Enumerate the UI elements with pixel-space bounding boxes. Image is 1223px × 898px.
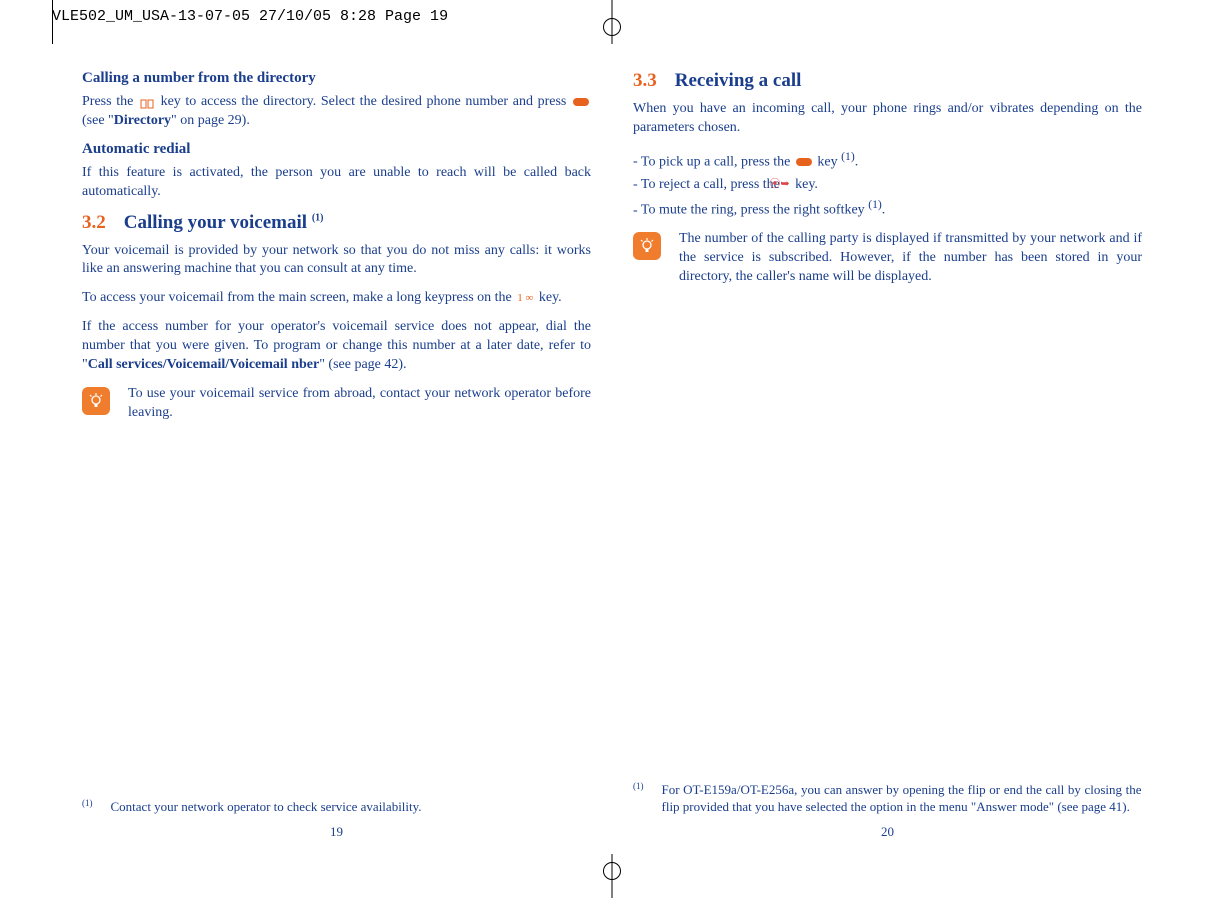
list-item: To pick up a call, press the key (1). [633,148,1142,174]
voicemail-key-icon: 1 ∞ [517,291,533,306]
paragraph-redial: If this feature is activated, the person… [82,164,591,202]
crop-mark-bottom [597,854,627,898]
end-key-icon: ⦿➥ [785,176,789,194]
text: " (see page 41). [1049,799,1130,814]
section-title: Calling your voicemail (1) [124,212,324,234]
paragraph-directory: Press the key to access the directory. S… [82,93,591,131]
heading-directory: Calling a number from the directory [82,70,591,87]
page-spread: Calling a number from the directory Pres… [82,70,1142,840]
directory-key-icon [140,97,154,107]
call-key-icon [573,98,589,106]
footnote-marker: (1) [82,798,93,816]
sup: (1) [868,198,882,211]
paragraph-receive: When you have an incoming call, your pho… [633,100,1142,138]
section-number: 3.3 [633,70,657,92]
text: (see " [82,113,114,128]
text: " (see page 42). [319,357,406,372]
paragraph-voicemail-1: Your voicemail is provided by your netwo… [82,242,591,280]
source-header: VLE502_UM_USA-13-07-05 27/10/05 8:28 Pag… [52,8,448,25]
section-heading: 3.2 Calling your voicemail (1) [82,212,591,234]
text-bold: Answer mode [976,799,1049,814]
footnote-body: Contact your network operator to check s… [111,798,591,816]
text: Press the [82,94,138,109]
text: key. [792,177,818,192]
footnote-marker: (1) [633,781,644,816]
text: " on page 29). [171,113,250,128]
text-bold: Call services/Voicemail/Voicemail nber [88,357,319,372]
page-number: 20 [633,824,1142,840]
text: To access your voicemail from the main s… [82,290,515,305]
heading-redial: Automatic redial [82,141,591,158]
text: . [855,154,859,169]
note-row: To use your voicemail service from abroa… [82,385,591,423]
left-page: Calling a number from the directory Pres… [82,70,591,840]
section-sup: (1) [312,212,324,223]
list-item: To mute the ring, press the right softke… [633,196,1142,222]
crop-mark-top [597,0,627,44]
list-item: To reject a call, press the ⦿➥ key. [633,174,1142,196]
text: key to access the directory. Select the … [156,94,571,109]
sup: (1) [841,150,855,163]
text-bold: Directory [114,113,171,128]
text: To reject a call, press the [641,177,783,192]
lightbulb-icon [82,387,110,415]
text: key. [535,290,561,305]
paragraph-voicemail-3: If the access number for your operator's… [82,318,591,375]
text: . [882,203,886,218]
section-number: 3.2 [82,212,106,234]
right-page: 3.3 Receiving a call When you have an in… [633,70,1142,840]
page-number: 19 [82,824,591,840]
note-row: The number of the calling party is displ… [633,230,1142,287]
lightbulb-icon [633,232,661,260]
section-heading: 3.3 Receiving a call [633,70,1142,92]
text: To pick up a call, press the [641,154,794,169]
bullet-list: To pick up a call, press the key (1). To… [633,148,1142,222]
footnote-body: For OT-E159a/OT-E256a, you can answer by… [662,781,1142,816]
call-key-icon [796,158,812,166]
section-title: Receiving a call [675,70,802,92]
footnote: (1) For OT-E159a/OT-E256a, you can answe… [633,781,1142,816]
text: key [814,154,841,169]
note-text: To use your voicemail service from abroa… [128,385,591,423]
paragraph-voicemail-2: To access your voicemail from the main s… [82,289,591,308]
footnote: (1) Contact your network operator to che… [82,798,591,816]
text: To mute the ring, press the right softke… [641,203,868,218]
note-text: The number of the calling party is displ… [679,230,1142,287]
